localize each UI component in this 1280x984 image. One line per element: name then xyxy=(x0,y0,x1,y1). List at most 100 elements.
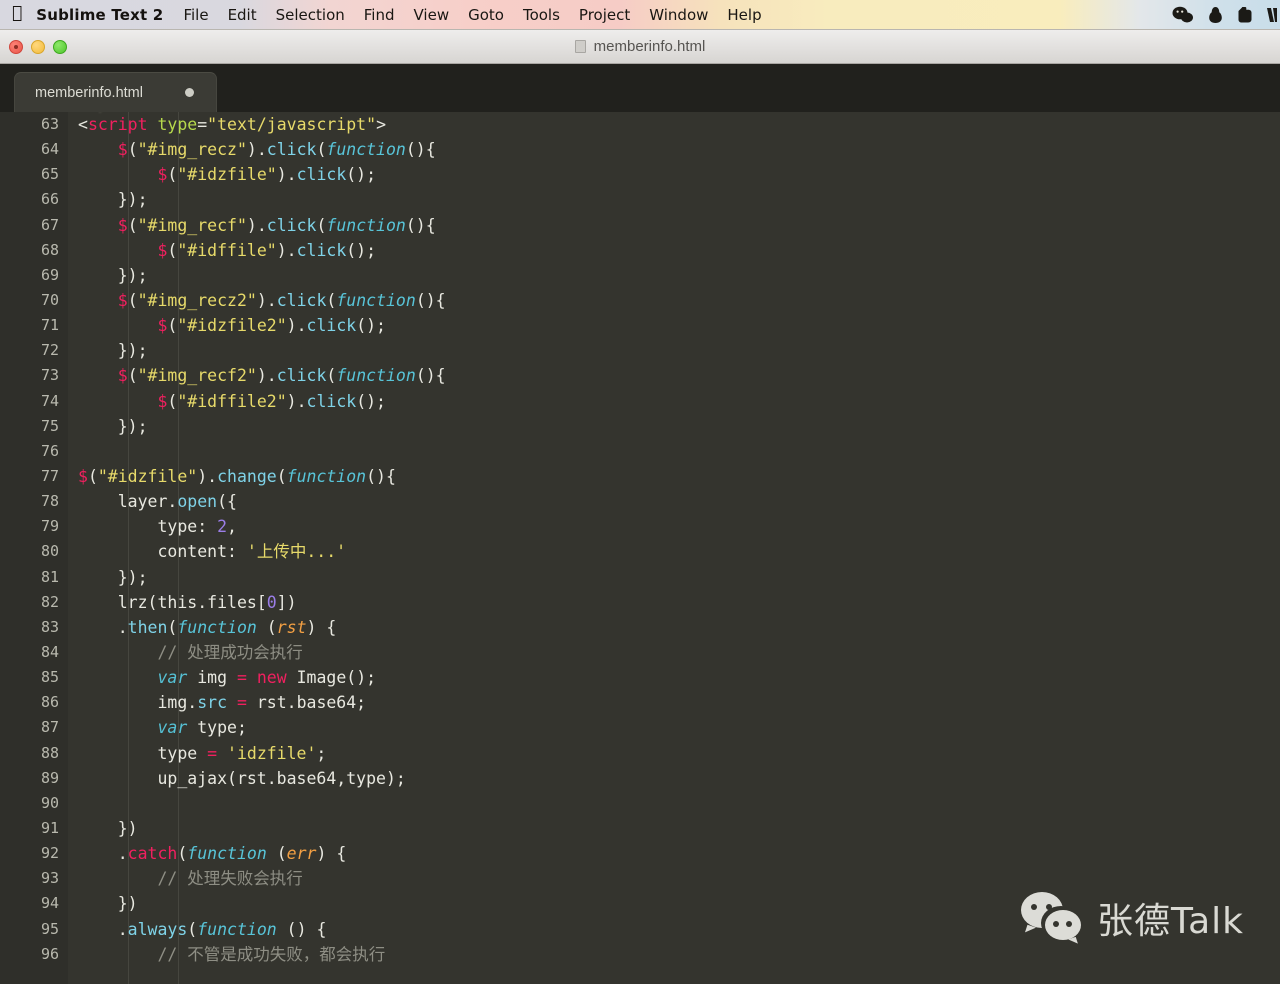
code-line[interactable]: $("#img_recf").click(function(){ xyxy=(68,213,1280,238)
code-token: err xyxy=(287,844,317,863)
code-line[interactable]: $("#idffile").click(); xyxy=(68,238,1280,263)
menu-item-find[interactable]: Find xyxy=(364,6,395,24)
code-line[interactable]: }); xyxy=(68,263,1280,288)
code-line[interactable]: up_ajax(rst.base64,type); xyxy=(68,766,1280,791)
code-token xyxy=(227,693,237,712)
code-token: $ xyxy=(118,216,128,235)
code-token: function xyxy=(326,216,405,235)
line-number: 74 xyxy=(0,389,68,414)
code-token: click xyxy=(307,392,357,411)
menu-item-window[interactable]: Window xyxy=(649,6,708,24)
code-line[interactable]: type: 2, xyxy=(68,514,1280,539)
code-editor[interactable]: ript"> 636465666768697071727374757677787… xyxy=(0,112,1280,984)
menu-item-file[interactable]: File xyxy=(183,6,208,24)
close-window-button[interactable] xyxy=(9,40,23,54)
partial-tray-icon[interactable] xyxy=(1266,6,1278,24)
code-token: . xyxy=(78,618,128,637)
code-token: (); xyxy=(356,316,386,335)
code-token: ) { xyxy=(316,844,346,863)
code-line[interactable] xyxy=(68,439,1280,464)
code-line[interactable]: // 处理成功会执行 xyxy=(68,640,1280,665)
code-token: click xyxy=(267,216,317,235)
code-token: = xyxy=(197,115,207,134)
maximize-window-button[interactable] xyxy=(53,40,67,54)
code-token: "text/javascript" xyxy=(207,115,376,134)
code-line[interactable]: $("#img_recf2").click(function(){ xyxy=(68,363,1280,388)
code-line[interactable]: <script type="text/javascript"> xyxy=(68,112,1280,137)
code-line[interactable] xyxy=(68,791,1280,816)
menu-item-tools[interactable]: Tools xyxy=(523,6,560,24)
code-token: ( xyxy=(277,467,287,486)
code-token: }); xyxy=(78,190,148,209)
code-token: "#img_recz" xyxy=(138,140,247,159)
line-number: 87 xyxy=(0,715,68,740)
line-number: 83 xyxy=(0,615,68,640)
code-token xyxy=(78,668,157,687)
code-token xyxy=(78,140,118,159)
code-token: ( xyxy=(177,844,187,863)
code-line[interactable]: var img = new Image(); xyxy=(68,665,1280,690)
code-token: $ xyxy=(118,291,128,310)
apple-logo-icon[interactable]:  xyxy=(12,5,22,22)
code-token xyxy=(78,241,157,260)
code-line[interactable]: }) xyxy=(68,816,1280,841)
code-line[interactable]: lrz(this.files[0]) xyxy=(68,590,1280,615)
code-token: 0 xyxy=(267,593,277,612)
code-line[interactable]: .then(function (rst) { xyxy=(68,615,1280,640)
code-token: $ xyxy=(157,165,167,184)
code-token: lrz(this.files[ xyxy=(78,593,267,612)
code-token: (){ xyxy=(416,291,446,310)
line-number: 79 xyxy=(0,514,68,539)
tab-label: memberinfo.html xyxy=(35,85,143,101)
code-line[interactable]: content: '上传中...' xyxy=(68,539,1280,564)
code-token: $ xyxy=(157,316,167,335)
code-line[interactable]: var type; xyxy=(68,715,1280,740)
code-line[interactable]: $("#img_recz").click(function(){ xyxy=(68,137,1280,162)
line-number: 76 xyxy=(0,439,68,464)
code-line[interactable]: $("#idzfile").click(); xyxy=(68,162,1280,187)
tab-memberinfo-html[interactable]: memberinfo.html xyxy=(14,72,217,112)
code-content[interactable]: <script type="text/javascript"> $("#img_… xyxy=(68,112,1280,984)
code-line[interactable]: layer.open({ xyxy=(68,489,1280,514)
line-number: 65 xyxy=(0,162,68,187)
code-line[interactable]: // 处理失败会执行 xyxy=(68,866,1280,891)
code-line[interactable]: }); xyxy=(68,565,1280,590)
code-line[interactable]: .catch(function (err) { xyxy=(68,841,1280,866)
code-token: $ xyxy=(118,140,128,159)
code-line[interactable]: $("#idzfile2").click(); xyxy=(68,313,1280,338)
minimize-window-button[interactable] xyxy=(31,40,45,54)
code-line[interactable]: }); xyxy=(68,187,1280,212)
code-line[interactable]: $("#idffile2").click(); xyxy=(68,389,1280,414)
code-line[interactable]: }); xyxy=(68,338,1280,363)
menu-item-project[interactable]: Project xyxy=(579,6,630,24)
document-icon xyxy=(575,40,586,53)
window-controls xyxy=(9,40,67,54)
code-line[interactable]: type = 'idzfile'; xyxy=(68,741,1280,766)
window-title-bar: memberinfo.html xyxy=(0,30,1280,64)
code-token: ( xyxy=(167,241,177,260)
code-token: ({ xyxy=(217,492,237,511)
menu-item-help[interactable]: Help xyxy=(727,6,761,24)
code-token: (); xyxy=(346,165,376,184)
code-line[interactable]: img.src = rst.base64; xyxy=(68,690,1280,715)
wechat-tray-icon[interactable] xyxy=(1172,6,1194,24)
menu-item-selection[interactable]: Selection xyxy=(276,6,345,24)
code-line[interactable]: $("#img_recz2").click(function(){ xyxy=(68,288,1280,313)
app-name-label[interactable]: Sublime Text 2 xyxy=(36,6,163,24)
code-token: }); xyxy=(78,341,148,360)
evernote-tray-icon[interactable] xyxy=(1237,6,1253,24)
code-token: ( xyxy=(167,618,177,637)
code-token: (){ xyxy=(406,140,436,159)
code-token: src xyxy=(197,693,227,712)
tab-unsaved-indicator-icon[interactable] xyxy=(185,88,194,97)
menu-item-view[interactable]: View xyxy=(414,6,450,24)
code-line[interactable]: // 不管是成功失败，都会执行 xyxy=(68,942,1280,967)
menu-item-goto[interactable]: Goto xyxy=(468,6,504,24)
code-token: function xyxy=(326,140,405,159)
code-line[interactable]: $("#idzfile").change(function(){ xyxy=(68,464,1280,489)
menu-item-edit[interactable]: Edit xyxy=(228,6,257,24)
dropbox-tray-icon[interactable] xyxy=(1207,6,1224,24)
code-token xyxy=(78,316,157,335)
code-token: // 处理失败会执行 xyxy=(157,869,302,888)
code-line[interactable]: }); xyxy=(68,414,1280,439)
